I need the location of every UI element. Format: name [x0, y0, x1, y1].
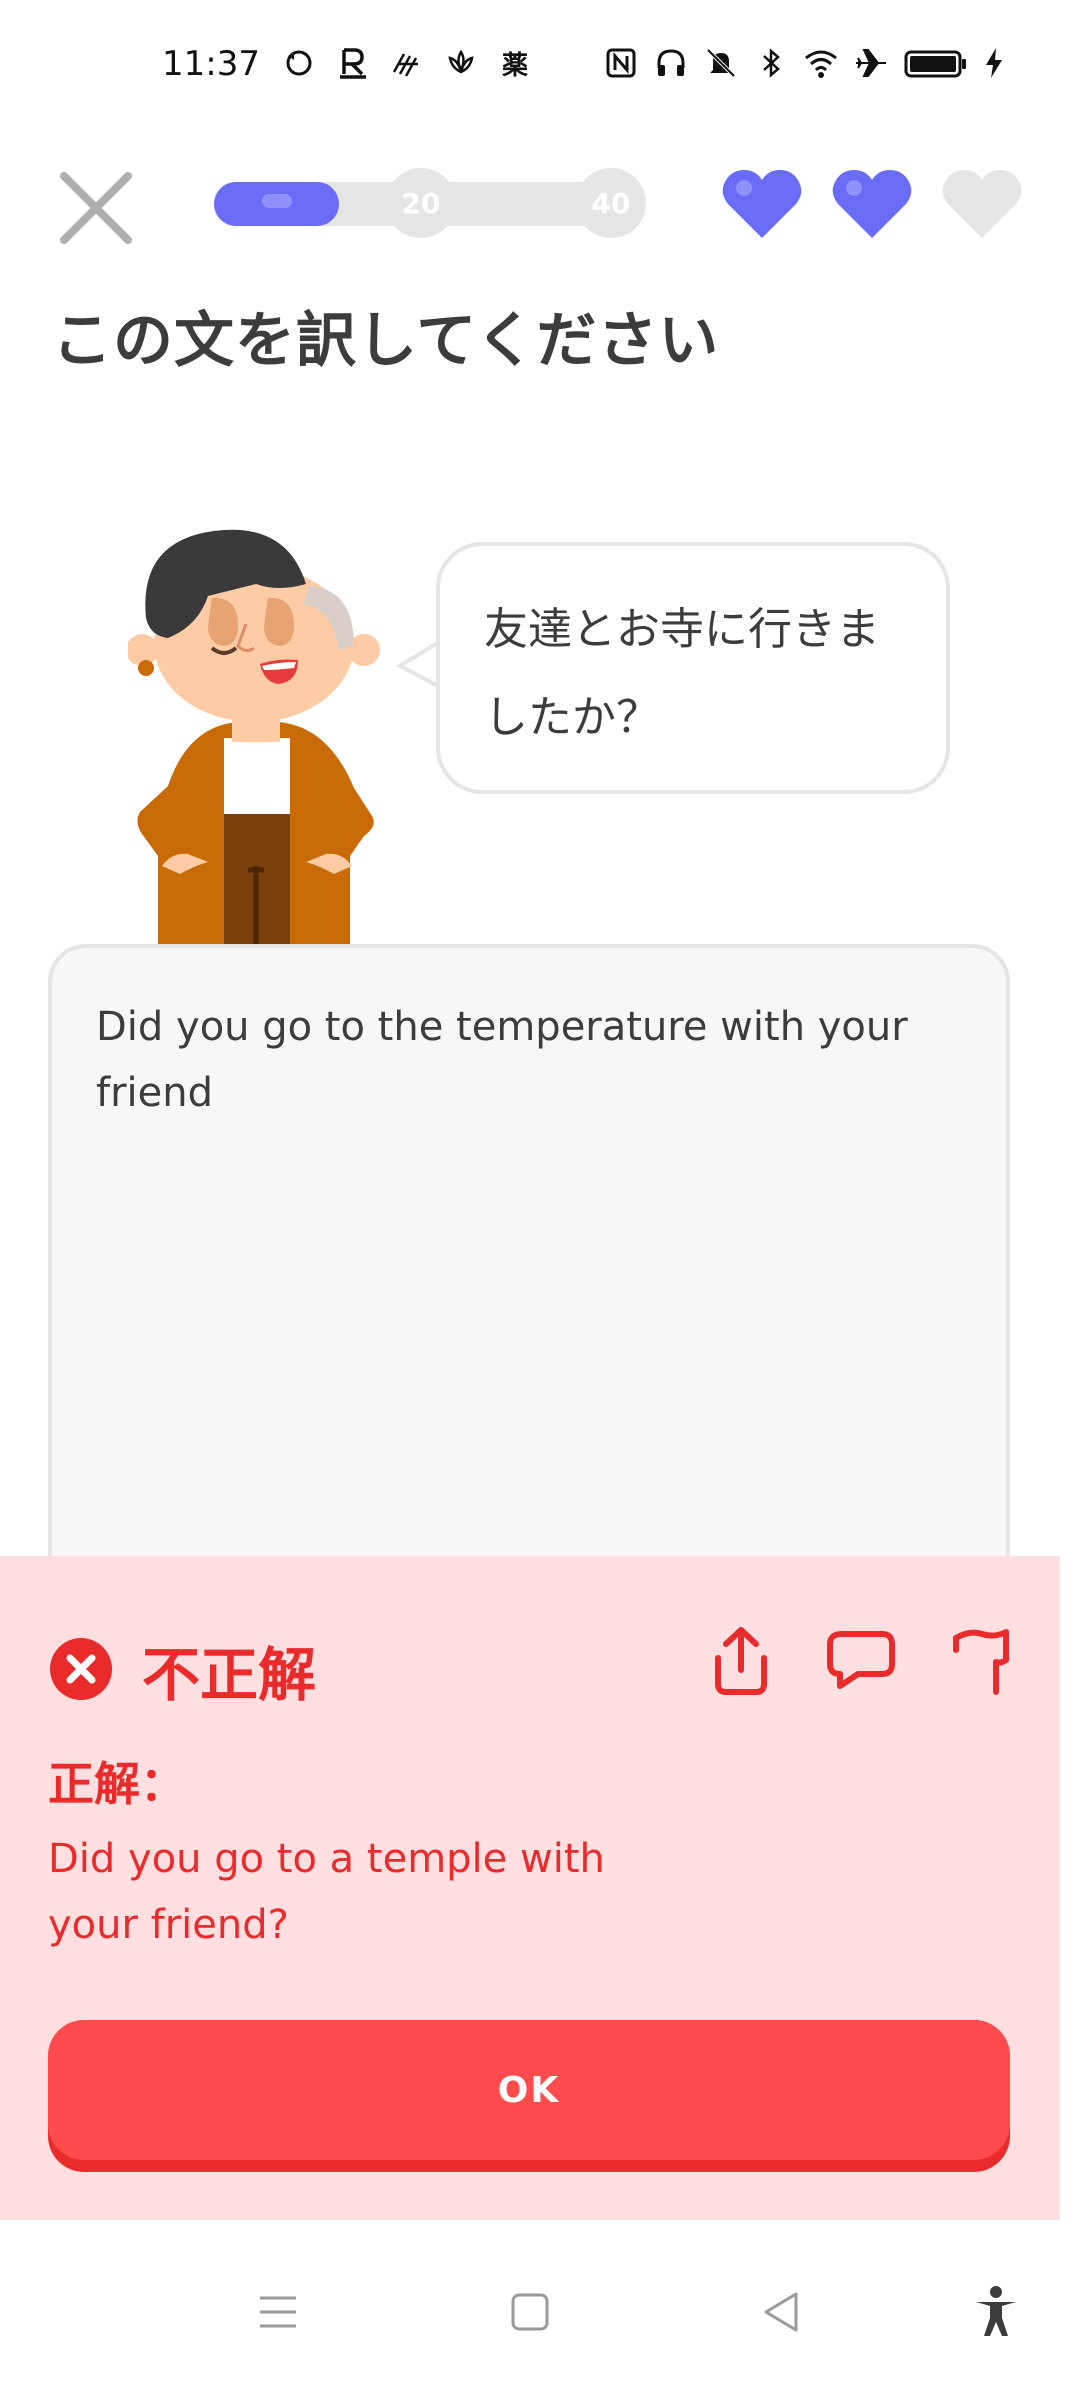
medicine-icon: 薬 — [501, 50, 528, 81]
comment-icon[interactable] — [826, 1624, 896, 1698]
page-title: この文を訳してください — [52, 306, 720, 376]
incorrect-icon — [50, 1638, 112, 1700]
status-time: 11:37 — [162, 44, 260, 84]
close-icon — [60, 172, 132, 244]
status-right-icons — [604, 46, 1004, 80]
correct-answer-label: 正解： — [48, 1757, 186, 1811]
milestone-40: 40 — [576, 168, 646, 238]
heart-empty-icon — [942, 170, 1022, 238]
app-icon — [390, 46, 424, 80]
ok-button[interactable]: OK — [48, 2020, 1010, 2172]
rakuten-icon — [336, 46, 370, 80]
accessibility-icon — [976, 2286, 1016, 2336]
answer-input[interactable]: Did you go to the temperature with your … — [48, 944, 1010, 1644]
character-illustration — [128, 529, 380, 944]
headphones-icon — [654, 46, 688, 80]
battery-icon — [904, 46, 968, 80]
feedback-status: 不正解 — [142, 1641, 317, 1709]
status-bar: 11:37 薬 — [0, 0, 1080, 130]
answer-text: Did you go to the temperature with your … — [96, 1004, 908, 1116]
system-navigation-bar — [0, 2220, 1080, 2400]
heart-icon — [722, 170, 802, 238]
airplane-icon — [854, 46, 888, 80]
prompt-text-line1: 友達とお寺に行きま — [484, 604, 880, 655]
status-left-icons: 薬 — [282, 46, 532, 81]
heart-icon — [832, 170, 912, 238]
home-icon — [511, 2293, 549, 2331]
close-button[interactable] — [56, 168, 136, 248]
wifi-icon — [804, 46, 838, 80]
correct-answer-text: Did you go to a temple with your friend? — [48, 1836, 605, 1948]
hearts — [720, 166, 1024, 242]
back-button[interactable] — [752, 2282, 812, 2342]
nfc-icon — [604, 46, 638, 80]
milestone-20: 20 — [386, 168, 456, 238]
bluetooth-icon — [754, 46, 788, 80]
share-icon[interactable] — [706, 1624, 776, 1698]
progress-fill-shine — [262, 194, 292, 208]
back-icon — [764, 2292, 798, 2332]
sync-icon — [282, 46, 316, 80]
ok-button-label: OK — [48, 2020, 1010, 2160]
feedback-actions — [706, 1624, 1016, 1698]
accessibility-button[interactable] — [966, 2282, 1026, 2342]
lotus-icon — [444, 46, 478, 80]
prompt-text-line2: したか？ — [484, 692, 660, 743]
lesson-progress-bar: 20 40 — [214, 168, 650, 238]
flag-icon[interactable] — [946, 1624, 1016, 1698]
speech-bubble: 友達とお寺に行きま したか？ — [436, 542, 950, 794]
menu-icon — [260, 2296, 296, 2328]
menu-button[interactable] — [248, 2282, 308, 2342]
home-button[interactable] — [500, 2282, 560, 2342]
mute-icon — [704, 46, 738, 80]
charging-icon — [984, 46, 1004, 80]
